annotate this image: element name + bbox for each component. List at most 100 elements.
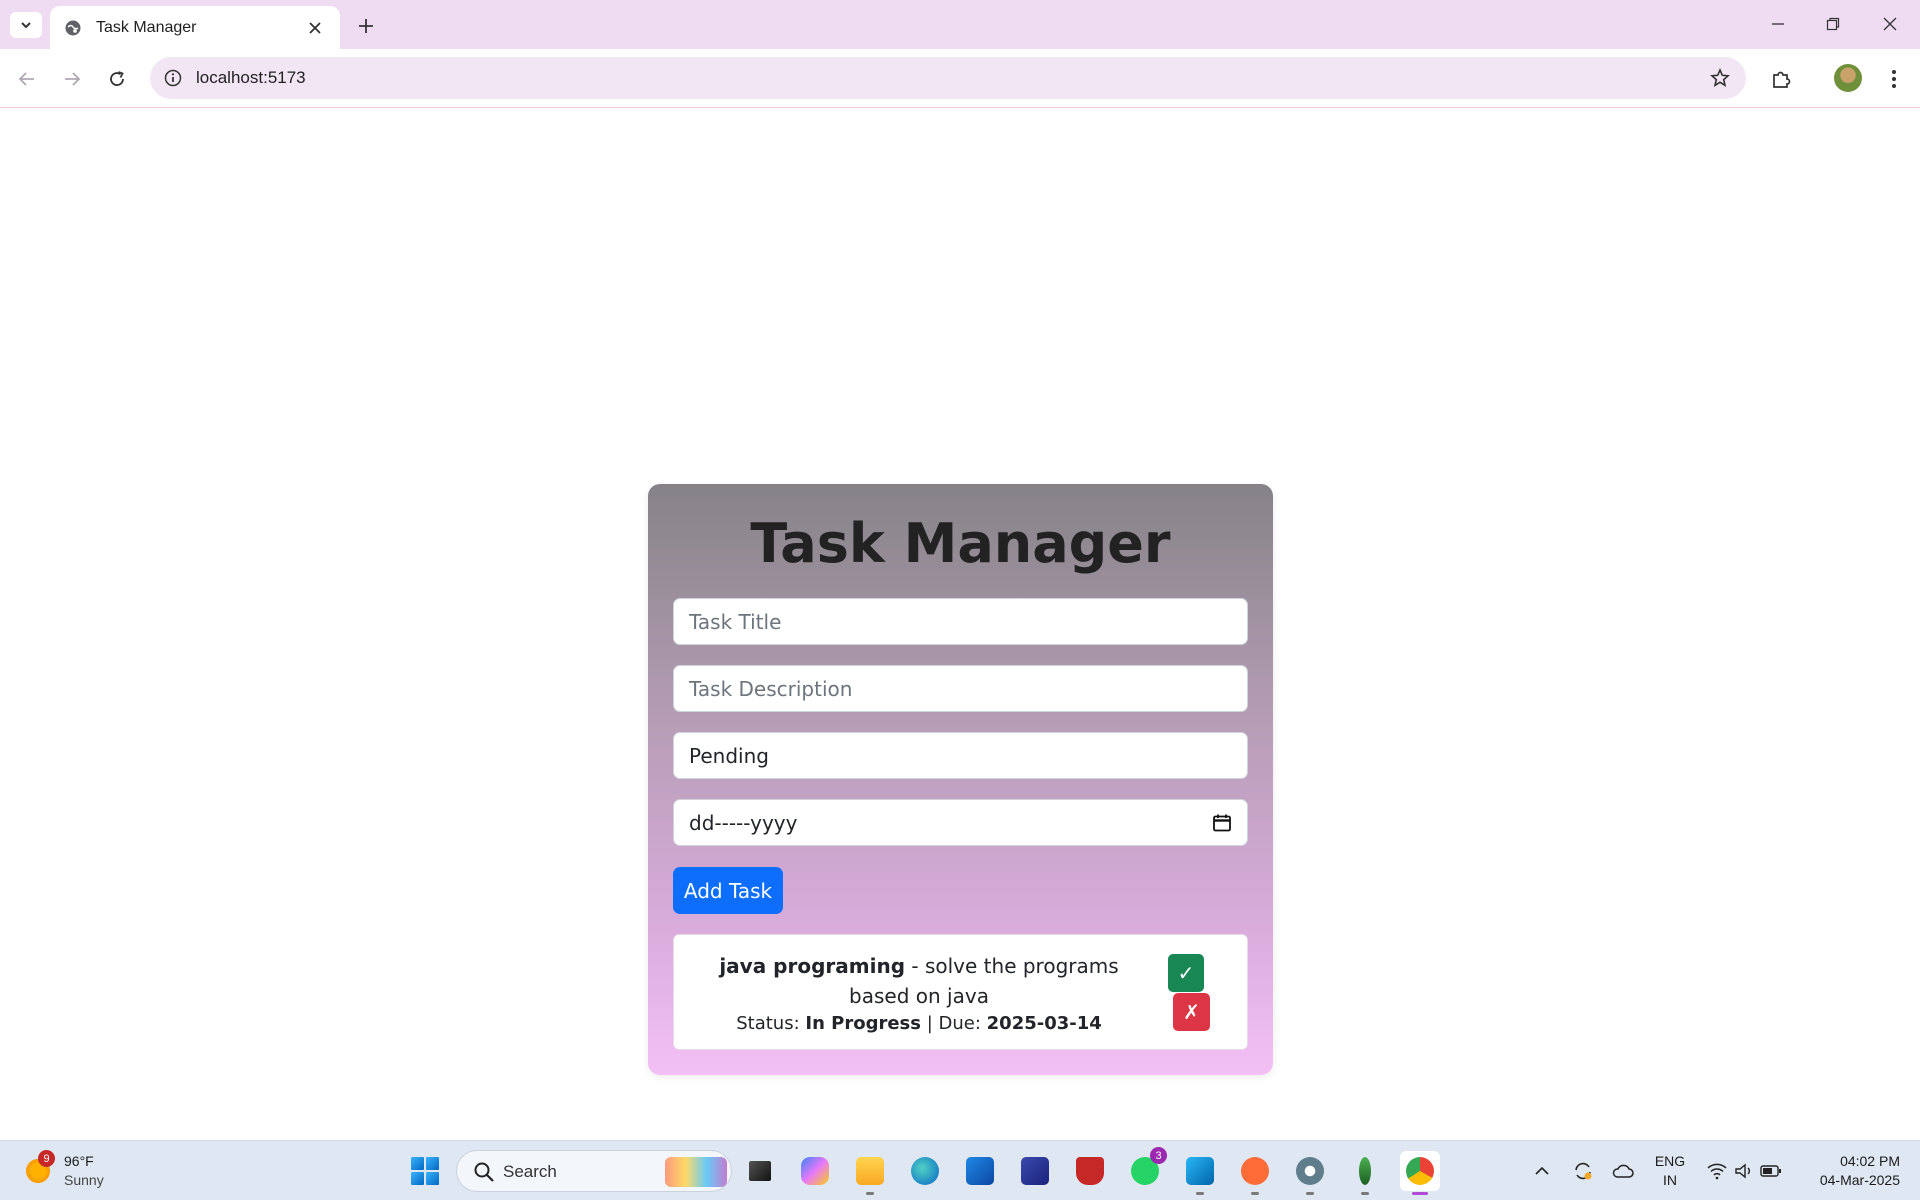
extensions-button[interactable] bbox=[1766, 64, 1796, 94]
task-description-input[interactable] bbox=[689, 676, 1232, 701]
windows-logo-tile bbox=[426, 1157, 439, 1170]
system-clock[interactable]: 04:02 PM 04-Mar-2025 bbox=[1800, 1152, 1900, 1190]
chevron-up-icon bbox=[1535, 1166, 1549, 1175]
due-date-value: dd-----yyyy bbox=[689, 810, 798, 835]
due-date: 2025-03-14 bbox=[986, 1013, 1102, 1034]
gear-icon bbox=[1296, 1157, 1324, 1185]
search-highlight-art bbox=[665, 1157, 727, 1187]
url-text[interactable]: localhost:5173 bbox=[196, 68, 306, 88]
search-label: Search bbox=[503, 1162, 557, 1181]
taskbar-app-mcafee[interactable] bbox=[1070, 1151, 1110, 1191]
vscode-icon bbox=[1186, 1157, 1214, 1185]
task-view-icon bbox=[749, 1161, 771, 1181]
language-indicator[interactable]: ENG IN bbox=[1650, 1152, 1690, 1190]
close-icon bbox=[1883, 17, 1897, 31]
taskbar-app-mongodb[interactable] bbox=[1345, 1151, 1385, 1195]
task-title-input[interactable] bbox=[689, 609, 1232, 634]
store-icon bbox=[966, 1157, 994, 1185]
edge-icon bbox=[911, 1157, 939, 1185]
notification-badge: 9 bbox=[38, 1150, 55, 1167]
close-window-button[interactable] bbox=[1872, 10, 1908, 38]
postman-icon bbox=[1241, 1157, 1269, 1185]
minimize-button[interactable] bbox=[1760, 10, 1796, 38]
tab-title: Task Manager bbox=[96, 18, 197, 36]
taskbar-app-edge[interactable] bbox=[905, 1151, 945, 1191]
taskbar-app-vscode[interactable] bbox=[1180, 1151, 1220, 1195]
delete-task-button[interactable]: ✗ bbox=[1173, 993, 1210, 1031]
clock-date: 04-Mar-2025 bbox=[1819, 1172, 1900, 1188]
arrow-right-icon bbox=[65, 72, 81, 86]
shield-icon bbox=[1076, 1157, 1104, 1185]
info-icon[interactable] bbox=[162, 67, 184, 89]
minimize-icon bbox=[1772, 23, 1784, 25]
status-select-value: Pending bbox=[689, 743, 769, 768]
forward-button[interactable] bbox=[57, 64, 87, 94]
restore-icon bbox=[1826, 17, 1840, 31]
volume-icon bbox=[1735, 1163, 1750, 1179]
browser-tab[interactable]: Task Manager bbox=[50, 6, 340, 49]
running-indicator bbox=[1306, 1192, 1314, 1195]
copilot-icon bbox=[801, 1157, 829, 1185]
sync-tray-icon[interactable] bbox=[1568, 1155, 1598, 1187]
taskbar-app-settings[interactable] bbox=[1290, 1151, 1330, 1195]
reload-button[interactable] bbox=[102, 64, 132, 94]
windows-logo-tile bbox=[411, 1157, 424, 1170]
due-date-input[interactable]: dd-----yyyy bbox=[673, 799, 1248, 846]
notification-badge: 3 bbox=[1150, 1147, 1167, 1164]
more-vertical-icon bbox=[1892, 70, 1896, 88]
task-title-field[interactable] bbox=[673, 598, 1248, 645]
complete-task-button[interactable]: ✓ bbox=[1168, 954, 1204, 992]
close-icon[interactable] bbox=[304, 17, 326, 39]
status-label: Status: bbox=[736, 1013, 806, 1034]
onedrive-tray-icon[interactable] bbox=[1608, 1155, 1638, 1187]
weather-temp: 96°F bbox=[64, 1153, 94, 1169]
show-hidden-icons-button[interactable] bbox=[1527, 1155, 1557, 1187]
browser-menu-button[interactable] bbox=[1880, 64, 1908, 94]
cloud-icon bbox=[1612, 1164, 1634, 1178]
language-code: ENG bbox=[1654, 1153, 1686, 1169]
task-description-field[interactable] bbox=[673, 665, 1248, 712]
chevron-down-icon bbox=[21, 22, 31, 29]
address-bar[interactable]: localhost:5173 bbox=[150, 57, 1746, 99]
plus-icon bbox=[359, 19, 373, 33]
add-task-button[interactable]: Add Task bbox=[673, 867, 783, 914]
tab-list-button[interactable] bbox=[10, 12, 42, 38]
os-taskbar: 9 96°F Sunny Search 3 ENG IN 04:02 PM 04… bbox=[0, 1140, 1920, 1200]
task-manager-card: Task Manager Pending dd-----yyyy Add Tas… bbox=[648, 484, 1273, 1075]
taskbar-search[interactable]: Search bbox=[456, 1150, 732, 1192]
weather-desc: Sunny bbox=[64, 1172, 104, 1188]
restore-button[interactable] bbox=[1815, 10, 1851, 38]
page-title: Task Manager bbox=[750, 512, 1171, 575]
taskbar-app-chrome[interactable] bbox=[1400, 1151, 1440, 1195]
taskbar-app-editor[interactable] bbox=[1015, 1151, 1055, 1191]
running-indicator bbox=[866, 1192, 874, 1195]
weather-widget[interactable]: 9 96°F Sunny bbox=[26, 1149, 126, 1193]
app-icon bbox=[1021, 1157, 1049, 1185]
taskbar-app-whatsapp[interactable]: 3 bbox=[1125, 1147, 1167, 1191]
windows-logo-tile bbox=[426, 1172, 439, 1185]
back-button[interactable] bbox=[12, 64, 42, 94]
status-select[interactable]: Pending bbox=[673, 732, 1248, 779]
arrow-left-icon bbox=[18, 72, 34, 86]
task-separator: - bbox=[905, 954, 925, 978]
browser-tab-strip: Task Manager bbox=[0, 0, 1920, 49]
new-tab-button[interactable] bbox=[352, 12, 380, 40]
star-icon[interactable] bbox=[1708, 66, 1732, 90]
start-button[interactable] bbox=[408, 1154, 442, 1188]
puzzle-icon bbox=[1773, 71, 1791, 88]
taskbar-app-postman[interactable] bbox=[1235, 1151, 1275, 1195]
calendar-icon[interactable] bbox=[1211, 812, 1233, 834]
sync-icon bbox=[1575, 1162, 1592, 1180]
taskbar-app-store[interactable] bbox=[960, 1151, 1000, 1191]
task-text: java programing - solve the programs bas… bbox=[694, 951, 1144, 1011]
search-icon bbox=[474, 1162, 494, 1182]
windows-logo-tile bbox=[411, 1172, 424, 1185]
avatar[interactable] bbox=[1834, 64, 1862, 92]
quick-settings[interactable] bbox=[1702, 1155, 1786, 1187]
running-indicator bbox=[1251, 1192, 1259, 1195]
region-code: IN bbox=[1663, 1172, 1677, 1188]
taskbar-app-copilot[interactable] bbox=[795, 1151, 835, 1191]
clock-time: 04:02 PM bbox=[1840, 1153, 1900, 1169]
task-view-button[interactable] bbox=[740, 1151, 780, 1191]
taskbar-app-file-explorer[interactable] bbox=[850, 1151, 890, 1195]
